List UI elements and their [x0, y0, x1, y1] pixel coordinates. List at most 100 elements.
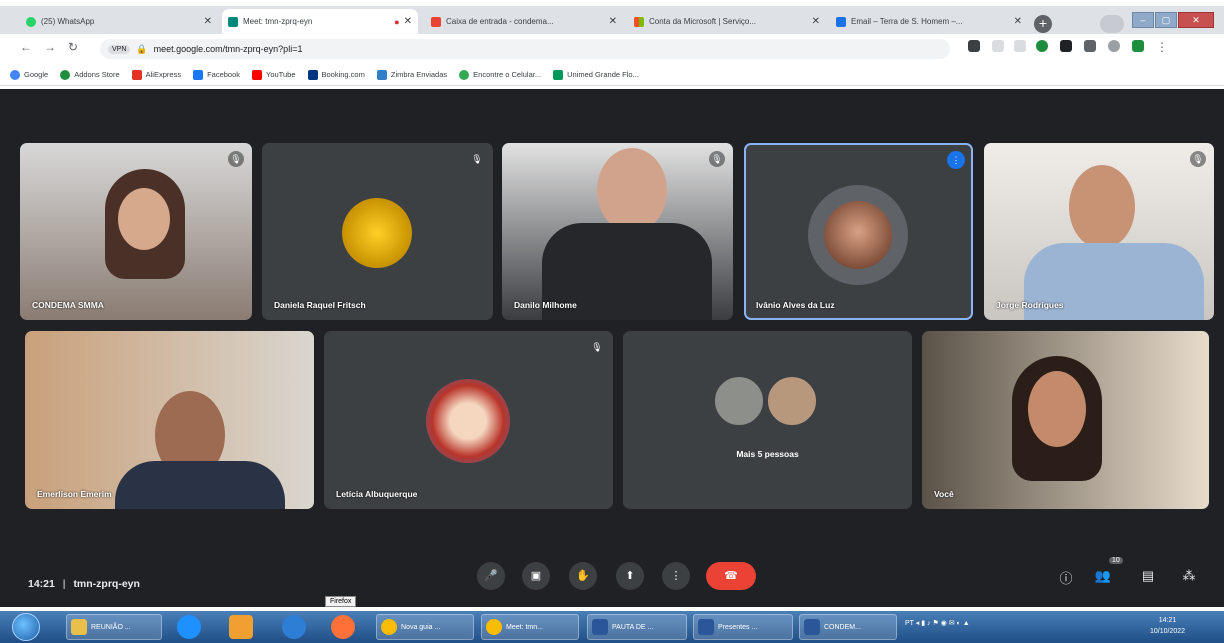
people-count-badge: 10	[1109, 557, 1123, 564]
more-participants-tile[interactable]: Mais 5 pessoas	[623, 331, 912, 509]
taskbar-item-chrome-new-tab[interactable]: Nova guia ...	[376, 614, 474, 640]
bookmark-aliexpress[interactable]: AliExpress	[131, 69, 181, 80]
bookmarks-bar: Google Addons Store AliExpress Facebook …	[0, 64, 1224, 86]
bookmark-find-phone[interactable]: Encontre o Celular...	[459, 69, 541, 80]
address-bar[interactable]: VPN 🔒 meet.google.com/tmn-zprq-eyn?pli=1	[100, 39, 950, 59]
camera-icon: ▣	[530, 570, 542, 582]
back-icon[interactable]: ←	[20, 40, 32, 54]
folder-icon	[71, 619, 87, 635]
bookmark-booking[interactable]: Booking.com	[307, 69, 365, 80]
camera-indicator-icon[interactable]	[968, 40, 980, 52]
participant-avatar	[713, 375, 765, 427]
extensions-icon[interactable]	[1060, 40, 1072, 52]
chat-button[interactable]: ▤	[1139, 568, 1157, 584]
hang-up-icon: ☎	[724, 570, 738, 582]
bookmark-google[interactable]: Google	[10, 69, 48, 80]
close-tab-icon[interactable]: ✕	[1014, 16, 1022, 27]
windows-taskbar: REUNIÃO ... Nova guia ... Meet: tmn... P…	[0, 611, 1224, 643]
close-tab-icon[interactable]: ✕	[204, 16, 212, 27]
taskbar-item-word-pauta[interactable]: PAUTA DE ...	[587, 614, 687, 640]
close-tab-icon[interactable]: ✕	[812, 16, 820, 27]
microsoft-icon	[634, 16, 644, 27]
meeting-details-button[interactable]: ⓘ	[1057, 568, 1075, 587]
participant-face	[1028, 371, 1086, 447]
tab-email-terra[interactable]: Email – Terra de S. Homem –... ✕	[830, 9, 1028, 34]
taskbar-item-word-condema[interactable]: CONDEM...	[799, 614, 897, 640]
youtube-icon	[252, 69, 263, 80]
participant-tile[interactable]: Emerlison Emerim	[25, 331, 314, 509]
bookmark-youtube[interactable]: YouTube	[252, 69, 296, 80]
internet-explorer-icon[interactable]	[177, 615, 201, 639]
gmail-icon	[431, 16, 441, 27]
taskbar-item-folder[interactable]: REUNIÃO ...	[66, 614, 162, 640]
microphone-button[interactable]: 🎤	[477, 562, 505, 590]
participant-tile[interactable]: 🎙 Letícia Albuquerque	[324, 331, 613, 509]
people-button[interactable]: 👥	[1094, 568, 1112, 584]
start-button[interactable]	[12, 613, 40, 641]
camera-button[interactable]: ▣	[522, 562, 550, 590]
hand-icon: ✋	[576, 570, 590, 582]
taskbar-item-chrome-meet[interactable]: Meet: tmn...	[481, 614, 579, 640]
activities-icon: ⁂	[1182, 568, 1196, 583]
close-window-button[interactable]: ✕	[1178, 12, 1214, 28]
meet-icon	[228, 16, 238, 27]
booking-icon	[307, 69, 318, 80]
facebook-icon	[193, 69, 204, 80]
participant-tile[interactable]: 🎙 Jorge Rodrigues	[984, 143, 1214, 320]
vpn-badge[interactable]: VPN	[108, 44, 131, 54]
present-button[interactable]: ⬆	[616, 562, 644, 590]
maximize-button[interactable]: ▢	[1155, 12, 1177, 28]
reload-icon[interactable]: ↻	[68, 40, 78, 54]
close-tab-icon[interactable]: ✕	[404, 16, 412, 27]
taskbar-item-word-presentes[interactable]: Presentes ...	[693, 614, 793, 640]
leave-call-button[interactable]: ☎	[706, 562, 756, 590]
bookmark-zimbra[interactable]: Zimbra Enviadas	[376, 69, 447, 80]
raise-hand-button[interactable]: ✋	[569, 562, 597, 590]
word-icon	[804, 619, 820, 635]
participant-face	[597, 148, 667, 233]
tab-gmail[interactable]: Caixa de entrada - condema... ✕	[425, 9, 623, 34]
meeting-time: 14:21	[28, 578, 55, 590]
bookmark-facebook[interactable]: Facebook	[193, 69, 240, 80]
tab-microsoft[interactable]: Conta da Microsoft | Serviço... ✕	[628, 9, 826, 34]
info-icon: ⓘ	[1059, 571, 1073, 586]
profile-chevron-icon[interactable]	[1100, 15, 1124, 33]
extension-vpn-icon[interactable]	[1036, 40, 1048, 52]
participant-tile[interactable]: ⋮ Ivânio Alves da Luz	[744, 143, 973, 320]
find-phone-icon	[459, 69, 470, 80]
menu-icon[interactable]: ⋮	[1156, 40, 1168, 54]
sidebar-icon[interactable]	[1084, 40, 1096, 52]
minimize-button[interactable]: –	[1132, 12, 1154, 28]
participant-tile[interactable]: 🎙 Danilo Milhome	[502, 143, 733, 320]
browser-tab-bar: (25) WhatsApp ✕ Meet: tmn-zprq-eyn ● ✕ C…	[0, 6, 1224, 34]
more-options-button[interactable]: ⋮	[662, 562, 690, 590]
participant-tile[interactable]: 🎙 CONDEMA SMMA	[20, 143, 252, 320]
participant-video	[115, 461, 285, 509]
new-tab-button[interactable]: +	[1034, 15, 1052, 33]
share-icon[interactable]	[992, 40, 1004, 52]
participant-face	[1069, 165, 1135, 249]
tab-meet[interactable]: Meet: tmn-zprq-eyn ● ✕	[222, 9, 418, 34]
shield-icon[interactable]	[1132, 40, 1144, 52]
unimed-icon	[553, 69, 564, 80]
activities-button[interactable]: ⁂	[1180, 568, 1198, 584]
taskbar-clock[interactable]: 14:21 10/10/2022	[1150, 615, 1185, 637]
meeting-info: 14:21 | tmn-zprq-eyn	[28, 578, 140, 590]
mic-off-icon: 🎙	[228, 151, 244, 167]
tab-whatsapp[interactable]: (25) WhatsApp ✕	[20, 9, 218, 34]
profile-icon[interactable]	[1108, 40, 1120, 52]
participant-avatar	[426, 379, 510, 463]
self-view-tile[interactable]: Você	[922, 331, 1209, 509]
forward-icon[interactable]: →	[44, 40, 56, 54]
edge-icon[interactable]	[282, 615, 306, 639]
close-tab-icon[interactable]: ✕	[609, 16, 617, 27]
bookmark-addons-store[interactable]: Addons Store	[60, 69, 120, 80]
word-icon	[698, 619, 714, 635]
bookmark-unimed[interactable]: Unimed Grande Flo...	[553, 69, 639, 80]
media-player-icon[interactable]	[229, 615, 253, 639]
star-icon[interactable]	[1014, 40, 1026, 52]
firefox-icon[interactable]	[331, 615, 355, 639]
language-indicator[interactable]: PT	[905, 620, 914, 627]
participant-tile[interactable]: 🎙 Daniela Raquel Fritsch	[262, 143, 493, 320]
system-tray[interactable]: PT ◂ ▮ ♪ ⚑ ◉ ✉ ◐ ▲	[905, 619, 970, 627]
